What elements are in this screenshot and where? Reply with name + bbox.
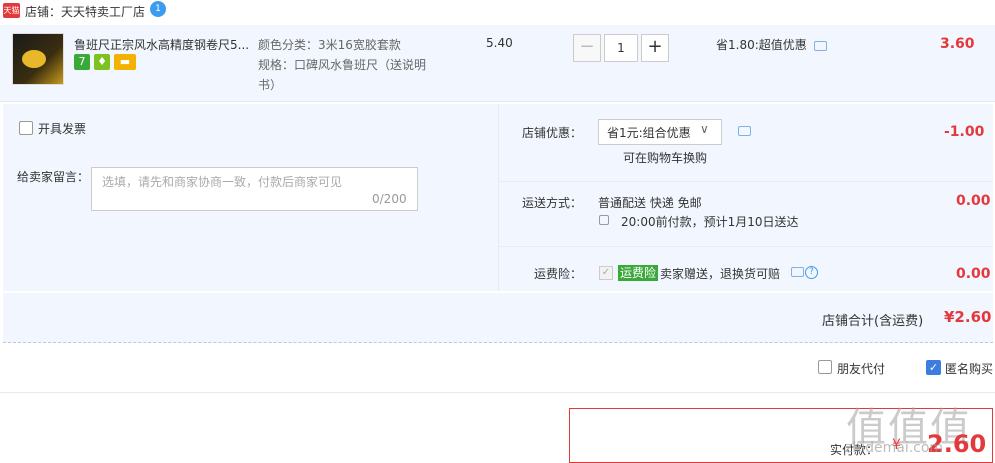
message-char-count: 0/200 bbox=[372, 192, 407, 206]
message-placeholder: 选填，请先和商家协商一致，付款后商家可见 bbox=[102, 175, 343, 189]
attr-spec: 规格：口碑风水鲁班尺（送说明 bbox=[258, 58, 427, 72]
attr-spec-cont: 书） bbox=[258, 78, 283, 92]
anonymous-label[interactable]: 匿名购买 bbox=[945, 360, 993, 377]
shop-discount-note: 可在购物车换购 bbox=[623, 151, 708, 165]
comment-icon[interactable] bbox=[791, 267, 804, 277]
comment-icon[interactable] bbox=[814, 41, 827, 51]
insurance-desc: 卖家赠送，退换货可赔 bbox=[660, 267, 781, 281]
site-watermark-url: zhidemai.com bbox=[845, 440, 944, 456]
unit-price: 5.40 bbox=[486, 36, 513, 50]
insurance-value: 0.00 bbox=[956, 266, 991, 282]
tmall-logo: 天猫 bbox=[3, 3, 20, 18]
shop-name[interactable]: 店铺：天天特卖工厂店 bbox=[25, 3, 145, 20]
shipping-method: 普通配送 快递 免邮 bbox=[598, 196, 702, 210]
quantity-input[interactable]: 1 bbox=[604, 34, 638, 62]
message-label: 给卖家留言： bbox=[17, 170, 90, 184]
product-title[interactable]: 鲁班尺正宗风水高精度钢卷尺5... bbox=[74, 36, 252, 53]
shipping-eta: 20:00前付款，预计1月10日送达 bbox=[621, 215, 799, 229]
invoice-checkbox[interactable] bbox=[19, 121, 33, 135]
shop-total-value: ¥2.60 bbox=[944, 308, 992, 326]
insurance-tag: 运费险 bbox=[618, 265, 659, 281]
shop-discount-label: 店铺优惠： bbox=[522, 126, 583, 140]
panel-divider bbox=[498, 104, 499, 291]
service-badge-icon: ♦ bbox=[94, 54, 110, 70]
shop-discount-value: -1.00 bbox=[944, 124, 985, 140]
seven-day-return-icon: 7 bbox=[74, 54, 90, 70]
anonymous-checkbox[interactable]: ✓ bbox=[926, 360, 941, 375]
comment-icon[interactable] bbox=[738, 126, 751, 136]
shop-discount-selected: 省1元:组合优惠 bbox=[607, 126, 691, 140]
tape-measure-image bbox=[22, 50, 46, 68]
panel-divider bbox=[498, 246, 993, 247]
insurance-label: 运费险： bbox=[534, 267, 583, 281]
shipping-label: 运送方式： bbox=[522, 196, 583, 210]
shipping-value: 0.00 bbox=[956, 193, 991, 209]
quantity-increase-button[interactable]: + bbox=[641, 34, 669, 62]
quantity-decrease-button[interactable]: − bbox=[573, 34, 601, 62]
help-icon[interactable]: ? bbox=[805, 266, 818, 279]
chat-icon[interactable]: 1 bbox=[150, 1, 166, 17]
friend-pay-label[interactable]: 朋友代付 bbox=[837, 360, 885, 377]
attr-color: 颜色分类：3米16宽胶套款 bbox=[258, 38, 401, 52]
panel-divider bbox=[498, 181, 993, 182]
credit-card-icon: ▬ bbox=[114, 54, 136, 70]
friend-pay-checkbox[interactable] bbox=[818, 360, 832, 374]
clock-icon bbox=[599, 215, 609, 225]
insurance-checkbox: ✓ bbox=[599, 266, 613, 280]
divider bbox=[0, 392, 995, 393]
shop-header bbox=[0, 0, 995, 22]
item-discount: 省1.80:超值优惠 bbox=[716, 38, 807, 52]
shop-total-label: 店铺合计(含运费) bbox=[822, 314, 924, 329]
chevron-down-icon: ∨ bbox=[700, 122, 709, 136]
item-price: 3.60 bbox=[940, 36, 975, 52]
invoice-label[interactable]: 开具发票 bbox=[38, 120, 86, 137]
